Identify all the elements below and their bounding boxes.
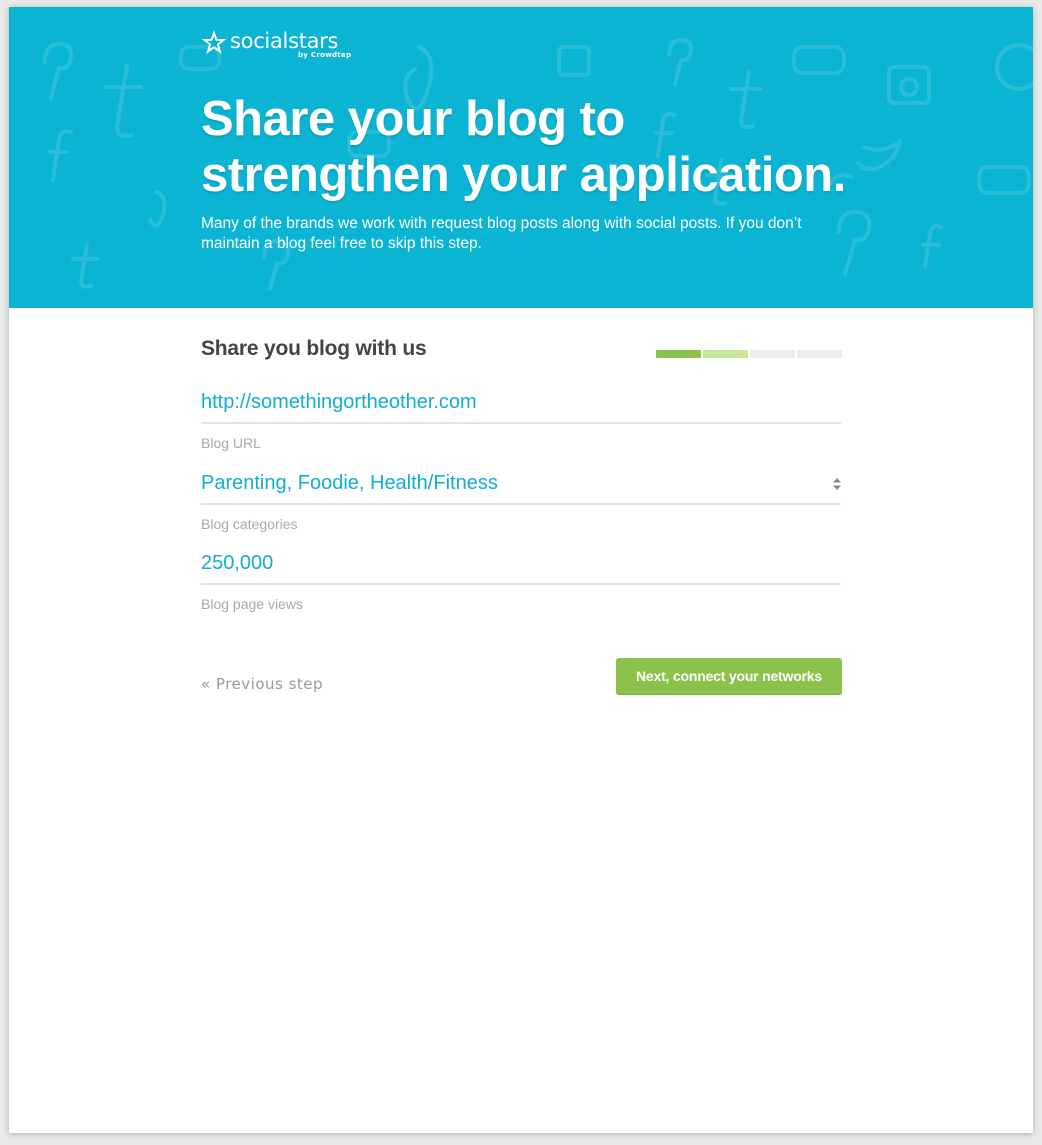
blog-categories-label: Blog categories	[201, 516, 298, 532]
hero-banner: socialstars by Crowdtap Share your blog …	[9, 7, 1033, 308]
page-subtitle: Many of the brands we work with request …	[201, 215, 802, 252]
progress-segment-3	[750, 350, 795, 358]
blog-categories-select[interactable]: Parenting, Foodie, Health/Fitness	[201, 470, 831, 496]
page: socialstars by Crowdtap Share your blog …	[9, 7, 1033, 1133]
form-heading: Share you blog with us	[201, 337, 427, 360]
page-title-line-1: Share your blog to	[201, 92, 625, 146]
blog-url-input[interactable]: http://somethingortheother.com	[201, 389, 831, 415]
brand-logo[interactable]: socialstars by Crowdtap	[201, 27, 361, 61]
progress-segment-1	[656, 350, 701, 358]
progress-segment-4	[797, 350, 842, 358]
blog-page-views-input[interactable]: 250,000	[201, 550, 831, 576]
select-updown-icon	[833, 478, 841, 490]
previous-step-link[interactable]: « Previous step	[201, 675, 323, 693]
step-progress-bar	[656, 350, 843, 358]
star-logo-icon	[201, 30, 227, 54]
blog-page-views-label: Blog page views	[201, 596, 303, 612]
page-title-line-2: strengthen your application.	[201, 148, 846, 202]
input-underline	[201, 422, 841, 424]
input-underline	[201, 503, 841, 505]
blog-url-label: Blog URL	[201, 435, 261, 451]
input-underline	[201, 583, 841, 585]
page-title: Share your blog to strengthen your appli…	[201, 91, 901, 203]
brand-name: socialstars	[230, 29, 339, 53]
brand-tagline: by Crowdtap	[298, 51, 352, 59]
next-connect-networks-button[interactable]: Next, connect your networks	[616, 658, 842, 694]
progress-segment-2	[703, 350, 748, 358]
